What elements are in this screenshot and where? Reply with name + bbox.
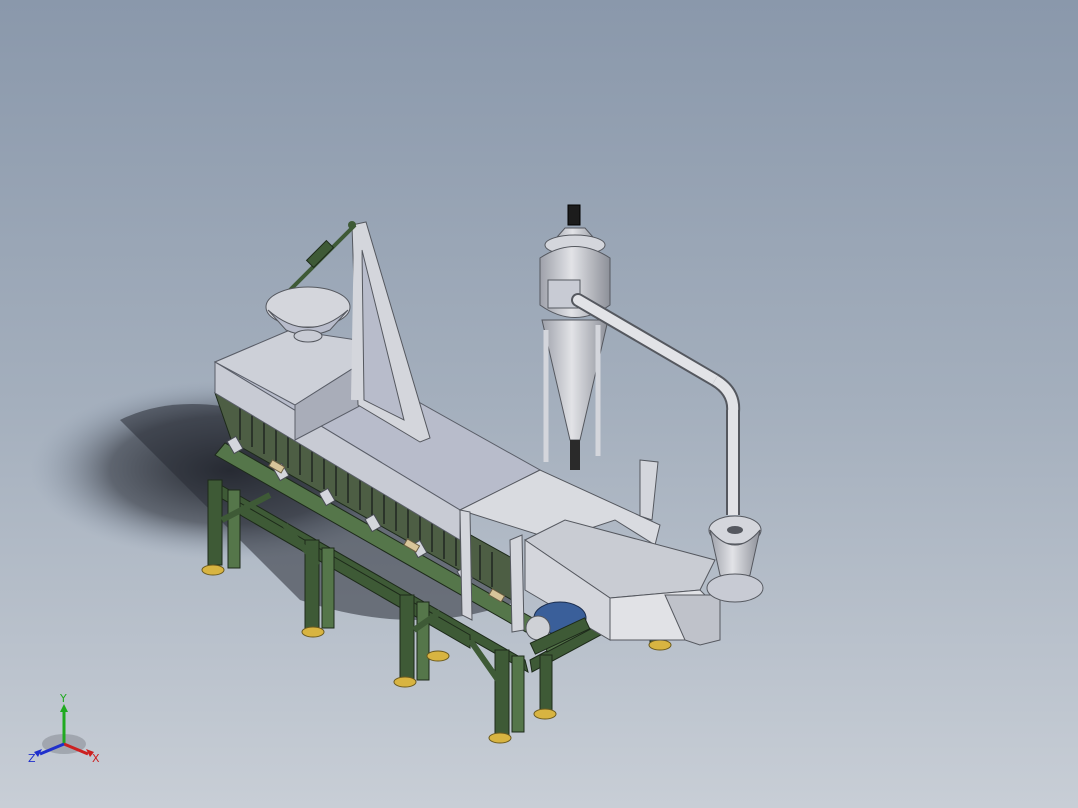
frame-box-uprights [459, 509, 473, 621]
leveling-foot [301, 626, 325, 638]
fan-base-plate [706, 573, 764, 603]
frame-box-uprights [639, 459, 659, 521]
leveling-foot [426, 650, 450, 662]
3d-model-view[interactable] [0, 0, 1078, 808]
frame-leg [399, 594, 415, 681]
dish-neck [293, 329, 323, 343]
frame-leg [494, 649, 510, 736]
triad-z-label: Z [28, 752, 36, 765]
cyclone-discharge [570, 440, 580, 470]
damper-pivot [348, 221, 356, 229]
damper-arm[interactable] [283, 221, 357, 297]
fan-hub [727, 526, 743, 534]
blower-fan[interactable] [706, 515, 764, 603]
a-frame-leg [351, 229, 362, 401]
graphics-viewport[interactable]: Y X Z [0, 0, 1078, 808]
leveling-foot [201, 564, 225, 576]
leveling-foot [648, 639, 672, 651]
triad-y-label: Y [59, 694, 67, 705]
cyclone-separator[interactable] [539, 204, 611, 470]
leveling-foot [488, 732, 512, 744]
dish-hood[interactable] [265, 286, 351, 343]
leveling-foot [393, 676, 417, 688]
orientation-triad[interactable]: Y X Z [24, 694, 108, 774]
cyclone-exhaust-cap [567, 204, 581, 226]
frame-leg [227, 489, 241, 569]
frame-box-uprights [509, 534, 525, 633]
leveling-foot [533, 708, 557, 720]
frame-leg [416, 601, 430, 681]
triad-y-arrow [60, 704, 68, 712]
triad-x-label: X [92, 752, 100, 765]
frame-leg [321, 547, 335, 629]
frame-leg [511, 655, 525, 733]
frame-leg [539, 654, 553, 711]
damper-cylinder [305, 239, 335, 269]
frame-leg [207, 479, 223, 566]
